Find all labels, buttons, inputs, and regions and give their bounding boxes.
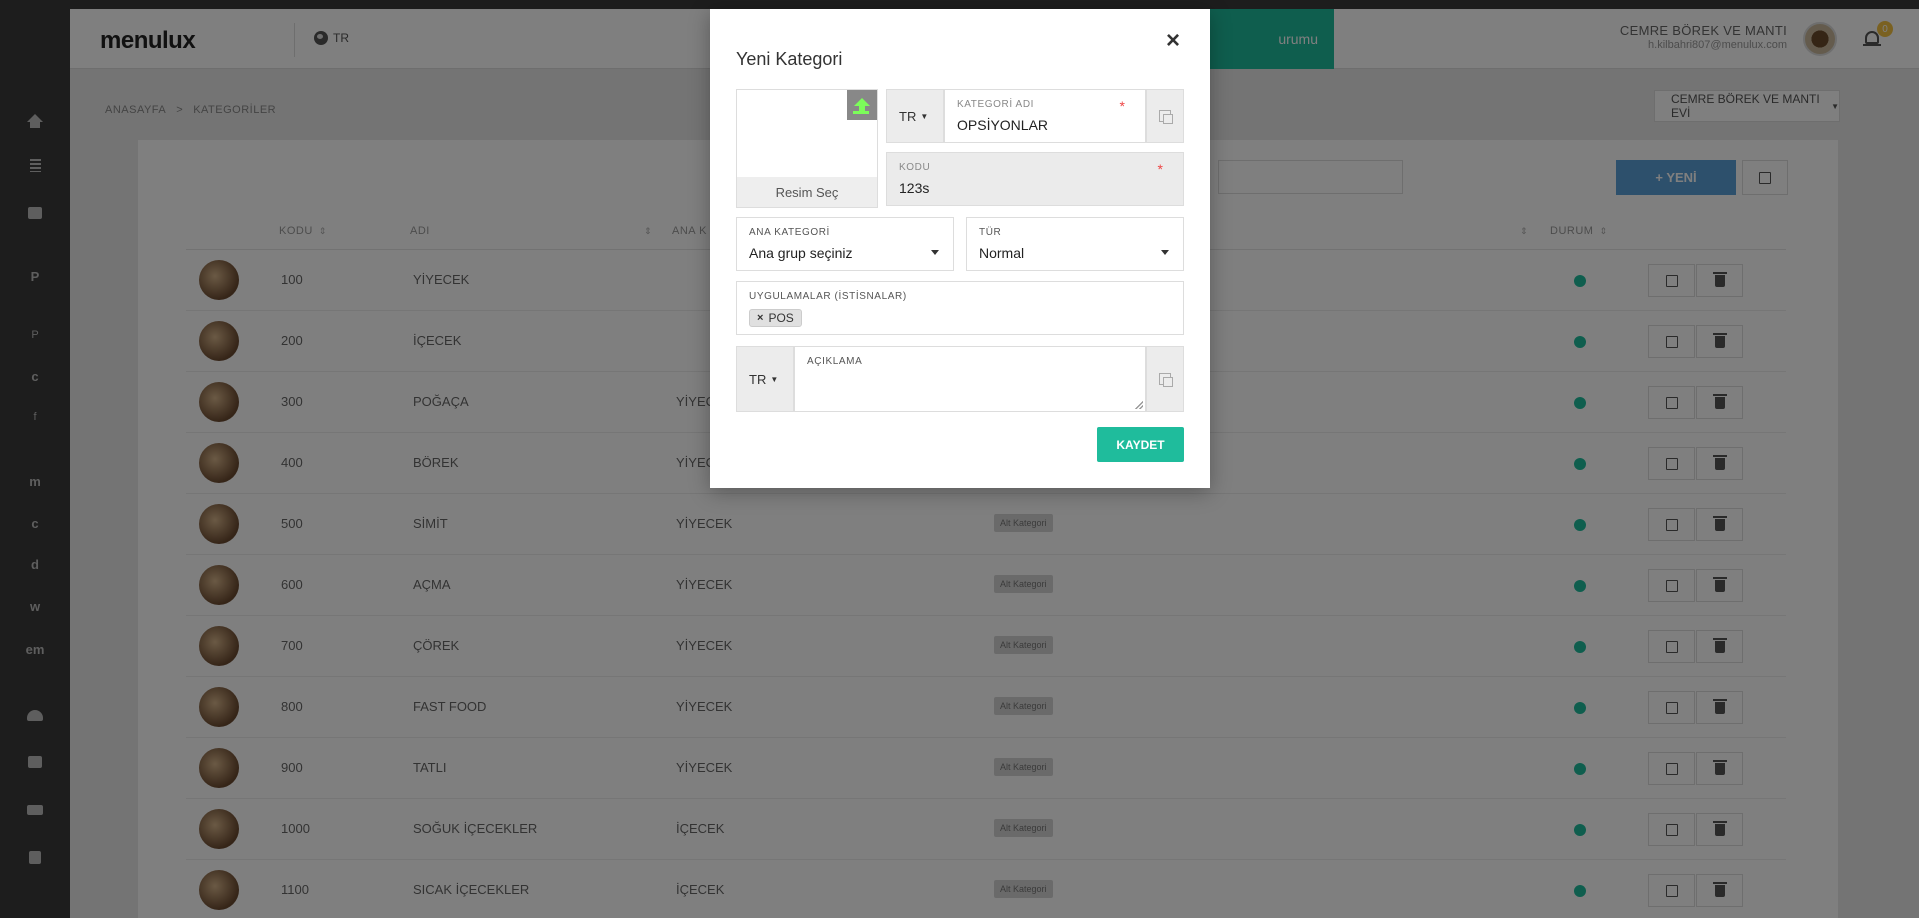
required-mark: * (1157, 161, 1163, 177)
caret-down-icon (1161, 250, 1169, 255)
upload-icon[interactable] (847, 90, 877, 120)
remove-tag-icon[interactable]: × (757, 312, 763, 324)
required-mark: * (1119, 98, 1125, 114)
code-label: KODU (899, 162, 931, 173)
category-name-label: KATEGORİ ADI (957, 99, 1035, 110)
caret-down-icon: ▼ (770, 374, 779, 384)
resize-handle[interactable] (1135, 401, 1143, 409)
translate-name-button[interactable] (1146, 89, 1184, 143)
description-language-select[interactable]: TR ▼ (736, 346, 794, 412)
copy-icon (1159, 373, 1173, 387)
caret-down-icon (931, 250, 939, 255)
copy-icon (1159, 110, 1173, 124)
category-name-value: OPSİYONLAR (957, 117, 1049, 133)
close-icon[interactable]: × (1166, 27, 1180, 55)
type-label: TÜR (979, 227, 1002, 238)
image-picker[interactable]: Resim Seç (736, 89, 878, 208)
modal-title: Yeni Kategori (736, 49, 843, 69)
name-language-select[interactable]: TR ▼ (886, 89, 944, 143)
applications-label: UYGULAMALAR (İSTİSNALAR) (749, 291, 907, 302)
application-tag[interactable]: × POS (749, 309, 802, 327)
caret-down-icon: ▼ (920, 111, 929, 121)
code-field[interactable]: KODU * 123s (886, 152, 1184, 206)
select-image-button[interactable]: Resim Seç (737, 177, 877, 207)
category-name-field[interactable]: KATEGORİ ADI * OPSİYONLAR (944, 89, 1146, 143)
application-tag-label: POS (768, 311, 794, 325)
save-button[interactable]: KAYDET (1097, 427, 1184, 462)
applications-multiselect[interactable]: UYGULAMALAR (İSTİSNALAR) × POS (736, 281, 1184, 335)
description-label: AÇIKLAMA (807, 356, 863, 367)
parent-category-value: Ana grup seçiniz (749, 245, 853, 261)
translate-description-button[interactable] (1146, 346, 1184, 412)
parent-category-select[interactable]: ANA KATEGORİ Ana grup seçiniz (736, 217, 954, 271)
type-select[interactable]: TÜR Normal (966, 217, 1184, 271)
code-value: 123s (899, 180, 930, 196)
description-textarea[interactable]: AÇIKLAMA (794, 346, 1146, 412)
new-category-modal: Yeni Kategori × Resim Seç TR ▼ KATEGORİ A… (710, 9, 1210, 488)
type-value: Normal (979, 245, 1025, 261)
parent-category-label: ANA KATEGORİ (749, 227, 830, 238)
